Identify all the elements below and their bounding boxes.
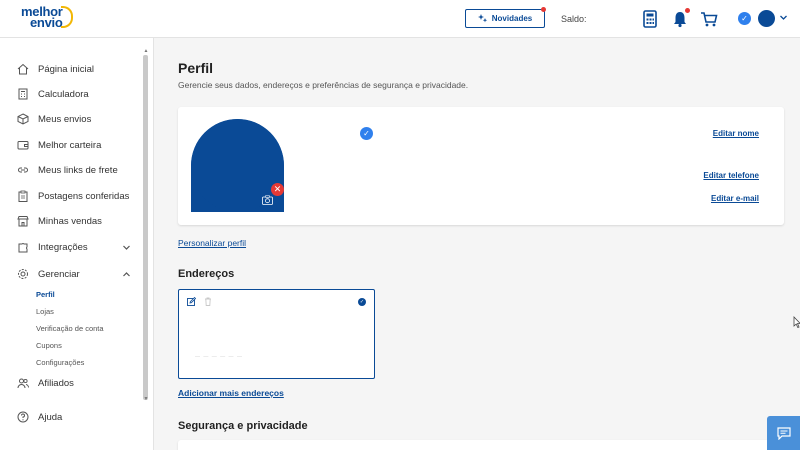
edit-email-link[interactable]: Editar e-mail xyxy=(711,194,759,203)
sidebar-item-ajuda[interactable]: Ajuda xyxy=(17,409,62,425)
chat-button[interactable] xyxy=(767,416,800,450)
sidebar-item-label: Melhor carteira xyxy=(38,139,102,151)
address-card[interactable]: ✓ — — — — — — xyxy=(178,289,375,379)
chevron-down-icon[interactable] xyxy=(122,243,131,252)
personalize-profile-link[interactable]: Personalizar perfil xyxy=(178,238,246,248)
profile-card: ✕ ✓ Editar nome Editar telefone Editar e… xyxy=(178,107,784,225)
edit-phone-link[interactable]: Editar telefone xyxy=(703,171,759,180)
wallet-icon xyxy=(17,141,29,150)
logo-swoosh xyxy=(61,6,73,28)
sidebar-scrollbar[interactable] xyxy=(143,55,148,400)
sidebar-item-label: Gerenciar xyxy=(38,268,80,280)
puzzle-icon xyxy=(18,242,28,253)
scroll-down-arrow[interactable]: ▼ xyxy=(143,396,149,402)
sidebar-item-integracoes[interactable]: Integrações xyxy=(17,239,88,255)
chevron-down-icon[interactable] xyxy=(779,13,788,22)
sidebar-item-meus-envios[interactable]: Meus envios xyxy=(17,111,91,127)
novidades-label: Novidades xyxy=(491,14,533,23)
users-icon xyxy=(17,378,29,389)
address-placeholder-text: — — — — — — xyxy=(195,354,243,360)
sidebar-item-afiliados[interactable]: Afiliados xyxy=(17,375,74,391)
user-avatar[interactable] xyxy=(758,10,775,27)
sidebar-subitem-cupons[interactable]: Cupons xyxy=(36,341,62,350)
sidebar-subitem-configuracoes[interactable]: Configurações xyxy=(36,358,84,367)
scroll-up-arrow[interactable]: ▲ xyxy=(143,48,149,54)
default-address-check-icon: ✓ xyxy=(358,298,366,306)
edit-name-link[interactable]: Editar nome xyxy=(713,129,759,138)
sidebar-item-label: Postagens conferidas xyxy=(38,190,130,202)
help-icon xyxy=(17,411,29,423)
sidebar-item-calculadora[interactable]: Calculadora xyxy=(17,86,89,102)
sidebar-item-melhor-carteira[interactable]: Melhor carteira xyxy=(17,137,101,153)
sidebar-subitem-lojas[interactable]: Lojas xyxy=(36,307,54,316)
sidebar-item-minhas-vendas[interactable]: Minhas vendas xyxy=(17,213,102,229)
sidebar-item-label: Afiliados xyxy=(38,377,74,389)
saldo-label: Saldo: xyxy=(561,14,587,24)
calculator-icon[interactable] xyxy=(641,10,659,28)
sidebar-item-label: Página inicial xyxy=(38,63,94,75)
calculator-icon xyxy=(18,88,28,100)
addresses-section-title: Endereços xyxy=(178,268,235,280)
camera-icon[interactable] xyxy=(262,195,273,205)
clipboard-icon xyxy=(18,190,28,202)
verified-badge-icon: ✓ xyxy=(738,12,751,25)
sidebar-item-label: Integrações xyxy=(38,241,88,253)
melhor-envio-logo[interactable]: melhor envio xyxy=(21,4,73,32)
chat-icon xyxy=(776,426,791,440)
sidebar: Página inicial Calculadora Meus envios M… xyxy=(0,38,154,450)
novidades-notification-dot xyxy=(541,7,546,12)
sidebar-item-label: Ajuda xyxy=(38,411,63,423)
verified-badge-icon: ✓ xyxy=(360,127,373,140)
gear-icon xyxy=(18,269,28,279)
link-icon xyxy=(18,167,28,173)
security-card xyxy=(178,440,784,450)
sidebar-subitem-perfil[interactable]: Perfil xyxy=(36,290,55,299)
bell-notification-dot xyxy=(685,8,690,13)
home-icon xyxy=(17,63,29,75)
page-title: Perfil xyxy=(178,60,214,76)
logo-text-line2: envio xyxy=(30,15,63,30)
add-address-link[interactable]: Adicionar mais endereços xyxy=(178,388,284,398)
trash-icon[interactable] xyxy=(204,297,212,306)
cart-icon[interactable] xyxy=(700,10,718,28)
sidebar-item-pagina-inicial[interactable]: Página inicial xyxy=(17,61,94,77)
store-icon xyxy=(17,216,29,227)
sidebar-item-gerenciar[interactable]: Gerenciar xyxy=(17,266,80,282)
page-subtitle: Gerencie seus dados, endereços e preferê… xyxy=(178,80,469,90)
chevron-up-icon[interactable] xyxy=(122,270,131,279)
sidebar-item-label: Meus envios xyxy=(38,113,92,125)
top-header: melhor envio Novidades Saldo: ✓ xyxy=(0,0,800,38)
sidebar-item-label: Meus links de frete xyxy=(38,164,118,176)
box-icon xyxy=(17,113,29,125)
mouse-cursor-icon xyxy=(793,316,800,328)
sidebar-item-label: Calculadora xyxy=(38,88,89,100)
sidebar-subitem-verificacao-de-conta[interactable]: Verificação de conta xyxy=(36,324,104,333)
sidebar-item-postagens-conferidas[interactable]: Postagens conferidas xyxy=(17,188,129,204)
sparkle-icon xyxy=(477,13,487,22)
sidebar-item-meus-links-de-frete[interactable]: Meus links de frete xyxy=(17,162,118,178)
sidebar-item-label: Minhas vendas xyxy=(38,215,102,227)
novidades-button[interactable]: Novidades xyxy=(465,7,546,28)
security-section-title: Segurança e privacidade xyxy=(178,420,308,432)
edit-icon[interactable] xyxy=(187,297,196,306)
